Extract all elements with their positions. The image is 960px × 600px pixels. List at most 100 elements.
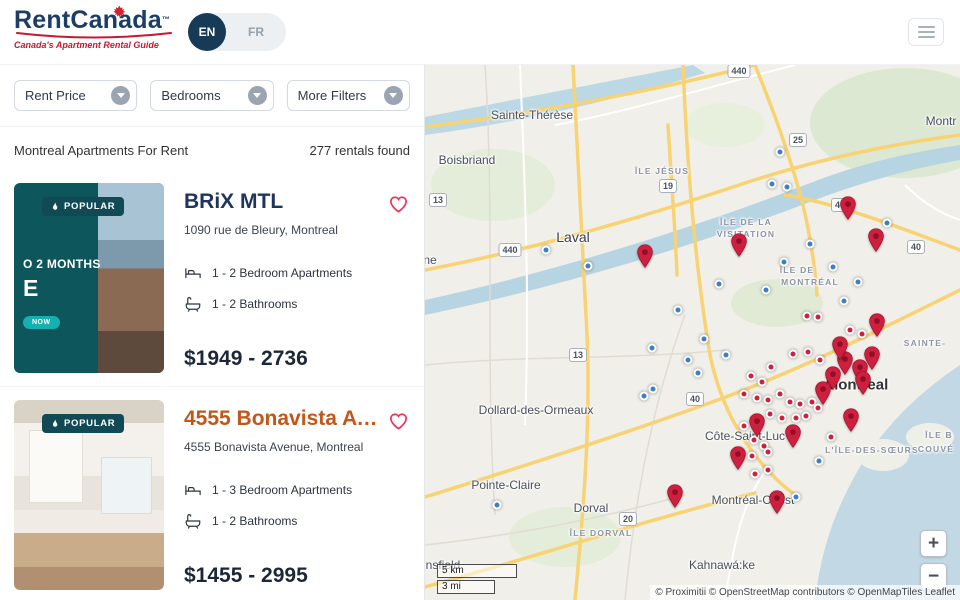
map-dot-red[interactable] [827,433,836,442]
map-dot-blue[interactable] [783,183,792,192]
map-marker-pin[interactable] [785,424,802,448]
listing-address: 4555 Bonavista Avenue, Montreal [184,440,410,454]
map-label: ÎLE DE LA [720,217,772,227]
favorite-button[interactable] [387,192,410,218]
map-dot-blue[interactable] [648,344,657,353]
map-dot-blue[interactable] [840,297,849,306]
hamburger-menu-button[interactable] [908,18,944,46]
map-dot-red[interactable] [802,412,811,421]
listing-title[interactable]: 4555 Bonavista Ave... [184,407,384,431]
map-label: Dollard-des-Ormeaux [479,403,594,417]
map-label: COUVÉ [918,444,954,454]
map-marker-pin[interactable] [840,196,857,220]
favorite-button[interactable] [387,409,410,435]
map-dot-blue[interactable] [722,351,731,360]
highway-shield: 440 [498,243,521,257]
hamburger-icon [918,26,935,28]
map-dot-red[interactable] [786,398,795,407]
language-toggle: EN FR [188,13,286,51]
map-label: ÎLE DORVAL [570,528,633,538]
map-dot-red[interactable] [816,356,825,365]
trademark-symbol: ™ [162,15,170,24]
map-marker-pin[interactable] [637,244,654,268]
map-dot-red[interactable] [846,326,855,335]
rentcanada-logo[interactable]: RentCanada™ Canada's Apartment Rental Gu… [14,7,189,50]
highway-shield: 19 [659,179,677,193]
map-dot-blue[interactable] [649,385,658,394]
map-dot-blue[interactable] [542,246,551,255]
map-dot-red[interactable] [789,350,798,359]
map-dot-blue[interactable] [792,493,801,502]
map-marker-pin[interactable] [749,413,766,437]
map-marker-pin[interactable] [667,484,684,508]
map-dot-blue[interactable] [883,219,892,228]
listing-card[interactable]: POPULAR 4555 Bonavista Ave... 4555 Bonav… [0,386,424,600]
map-dot-blue[interactable] [762,286,771,295]
map-dot-red[interactable] [740,422,749,431]
map-dot-blue[interactable] [584,262,593,271]
map-marker-pin[interactable] [731,233,748,257]
listing-photo[interactable]: POPULAR [14,400,164,590]
listing-photo[interactable]: POPULAR O 2 MONTHS E NOW [14,183,164,373]
map-dot-blue[interactable] [700,335,709,344]
map-dot-blue[interactable] [854,278,863,287]
popular-badge: POPULAR [42,197,124,216]
map-label: L'ÎLE-DES-SŒURS [825,445,919,455]
map-dot-red[interactable] [776,390,785,399]
map-marker-pin[interactable] [815,381,832,405]
map-dot-blue[interactable] [684,356,693,365]
map-dot-blue[interactable] [674,306,683,315]
map-dot-blue[interactable] [829,263,838,272]
map-dot-red[interactable] [764,466,773,475]
map-dot-red[interactable] [796,400,805,409]
map-dot-red[interactable] [814,313,823,322]
map-dot-red[interactable] [792,414,801,423]
chevron-down-icon [384,86,403,105]
language-en-button[interactable]: EN [188,13,226,51]
map-dot-red[interactable] [764,396,773,405]
bedrooms-filter[interactable]: Bedrooms [150,80,273,111]
language-fr-button[interactable]: FR [226,24,286,40]
map-dot-blue[interactable] [493,501,502,510]
zoom-in-button[interactable]: + [920,530,947,557]
listing-title[interactable]: BRiX MTL [184,190,384,214]
map-dot-red[interactable] [751,470,760,479]
map-marker-pin[interactable] [855,371,872,395]
listing-card[interactable]: POPULAR O 2 MONTHS E NOW BRiX MTL 1090 r… [0,170,424,386]
map-dot-blue[interactable] [715,280,724,289]
map-marker-pin[interactable] [868,228,885,252]
rent-price-filter[interactable]: Rent Price [14,80,137,111]
map-dot-blue[interactable] [815,457,824,466]
map-dot-red[interactable] [803,312,812,321]
map-dot-blue[interactable] [640,392,649,401]
map-dot-blue[interactable] [694,369,703,378]
more-filters-button[interactable]: More Filters [287,80,410,111]
map-dot-red[interactable] [753,394,762,403]
map[interactable]: Sainte-ThérèseBoisbriandMontrÎLE JÉSUSLa… [425,65,960,600]
map-marker-pin[interactable] [832,336,849,360]
map-dot-red[interactable] [778,414,787,423]
logo-wordmark: RentCanada™ [14,7,189,33]
map-dot-red[interactable] [747,372,756,381]
map-dot-blue[interactable] [776,148,785,157]
map-label: SAINTE- [904,338,946,348]
map-dot-red[interactable] [748,452,757,461]
map-dot-red[interactable] [740,390,749,399]
map-marker-pin[interactable] [730,446,747,470]
map-dot-blue[interactable] [806,240,815,249]
heart-icon [387,409,410,432]
map-dot-red[interactable] [758,378,767,387]
map-dot-red[interactable] [766,410,775,419]
map-dot-blue[interactable] [768,180,777,189]
map-label: Pointe-Claire [471,478,540,492]
map-dot-red[interactable] [804,348,813,357]
map-label: ÎLE DE [780,265,815,275]
map-dot-red[interactable] [764,448,773,457]
map-dot-blue[interactable] [780,258,789,267]
map-dot-red[interactable] [767,363,776,372]
map-marker-pin[interactable] [769,490,786,514]
map-marker-pin[interactable] [869,313,886,337]
map-dot-red[interactable] [858,330,867,339]
map-marker-pin[interactable] [843,408,860,432]
bedrooms-row: 1 - 2 Bedroom Apartments [184,264,410,282]
